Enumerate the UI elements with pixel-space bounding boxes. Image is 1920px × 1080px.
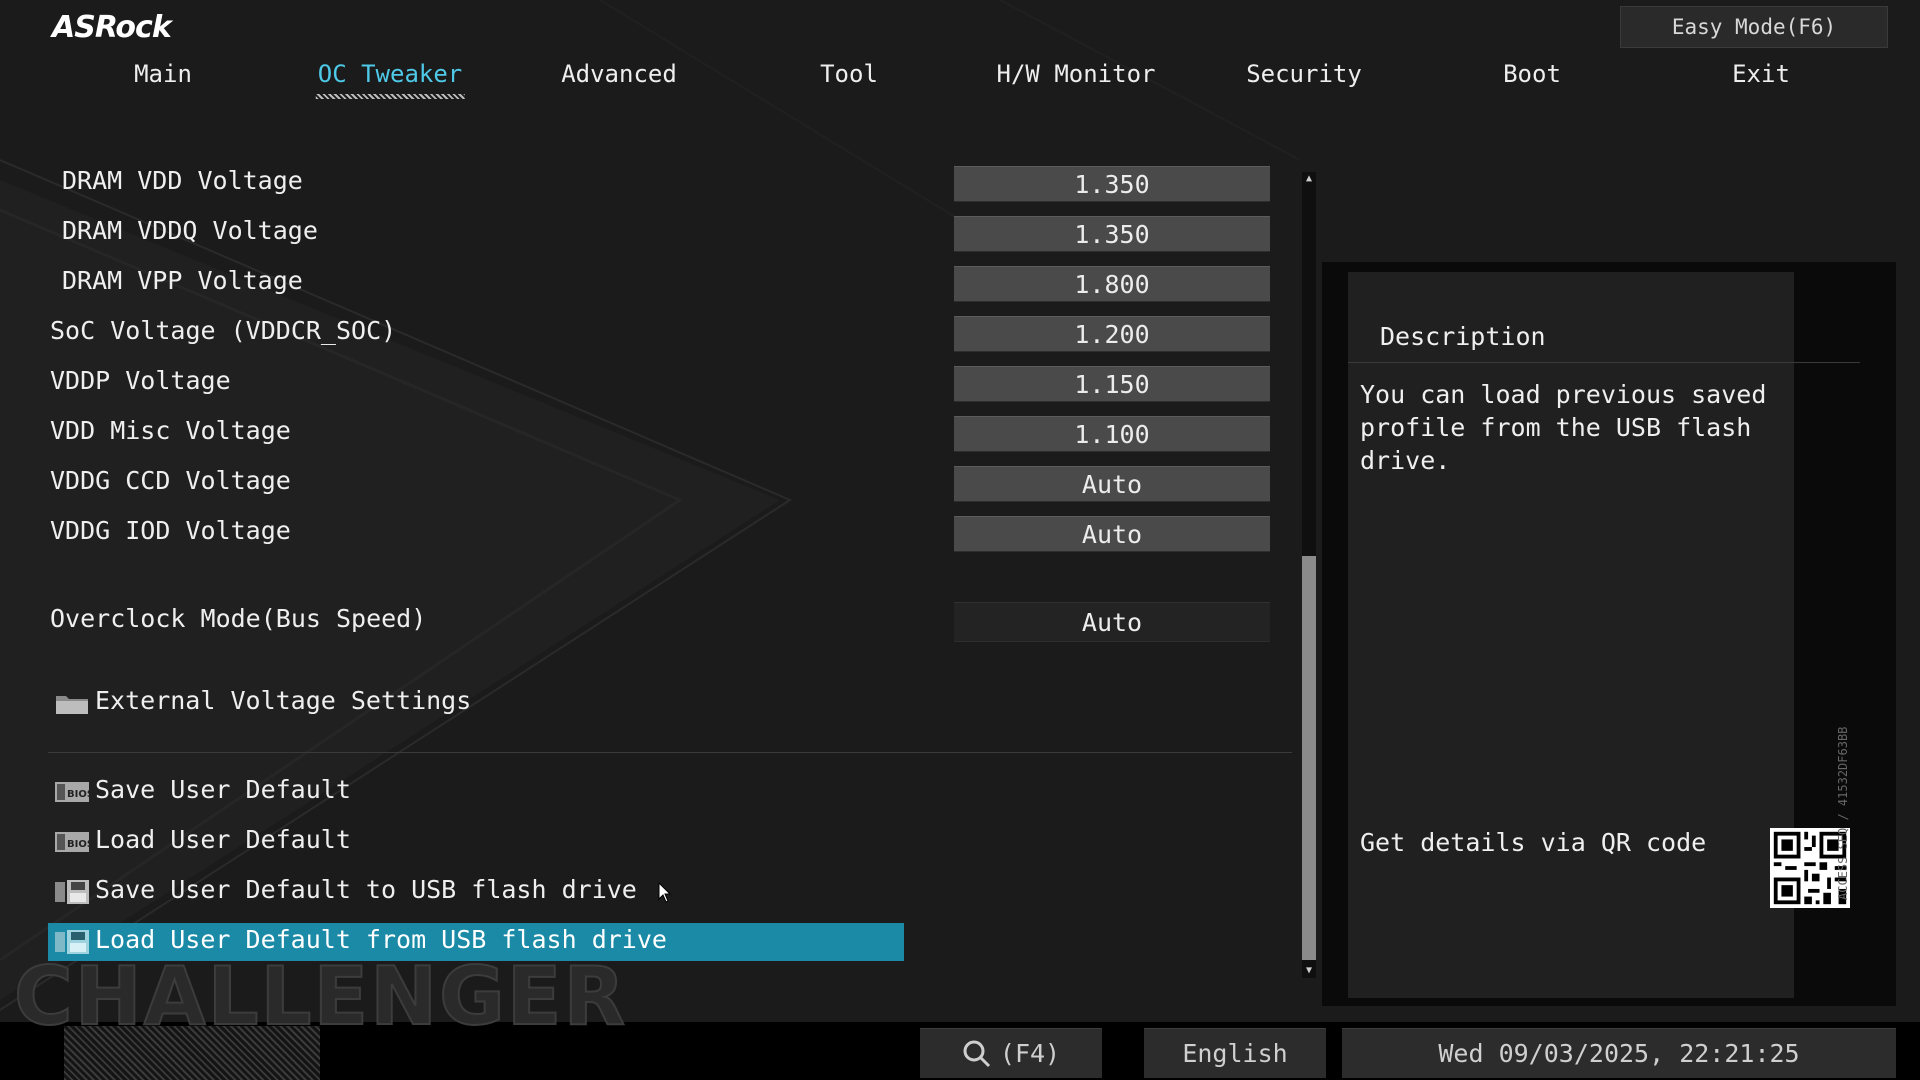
setting-value-vddp[interactable]: 1.150 [954, 366, 1270, 402]
tab-oc-tweaker[interactable]: OC Tweaker [315, 60, 465, 99]
main-tabs: Main OC Tweaker Advanced Tool H/W Monito… [0, 56, 1920, 99]
load-user-default-item[interactable]: Load User Default [95, 825, 351, 854]
setting-value-dram-vdd[interactable]: 1.350 [954, 166, 1270, 202]
setting-label-overclock-mode[interactable]: Overclock Mode(Bus Speed) [50, 604, 426, 633]
tab-boot[interactable]: Boot [1503, 60, 1561, 88]
folder-icon [56, 696, 88, 714]
challenger-watermark: CHALLENGER [13, 949, 628, 1044]
setting-label-vdd-misc[interactable]: VDD Misc Voltage [50, 416, 291, 445]
setting-label-soc-voltage[interactable]: SoC Voltage (VDDCR_SOC) [50, 316, 396, 345]
section-divider [48, 752, 1292, 753]
description-title: Description [1380, 322, 1546, 351]
asrock-logo: ASRock [52, 10, 172, 45]
tab-advanced[interactable]: Advanced [561, 60, 677, 88]
bios-chip-icon: BIOS [55, 782, 90, 802]
setting-label-dram-vdd[interactable]: DRAM VDD Voltage [62, 166, 303, 195]
easy-mode-button[interactable]: Easy Mode(F6) [1620, 6, 1888, 48]
qr-code-label: Get details via QR code [1360, 828, 1707, 857]
setting-value-overclock-mode[interactable]: Auto [954, 602, 1270, 642]
setting-label-dram-vpp[interactable]: DRAM VPP Voltage [62, 266, 303, 295]
tab-exit[interactable]: Exit [1732, 60, 1790, 88]
setting-value-vddg-iod[interactable]: Auto [954, 516, 1270, 552]
save-user-default-usb-item[interactable]: Save User Default to USB flash drive [95, 875, 637, 904]
setting-label-vddg-ccd[interactable]: VDDG CCD Voltage [50, 466, 291, 495]
tab-main[interactable]: Main [134, 60, 192, 88]
setting-label-vddg-iod[interactable]: VDDG IOD Voltage [50, 516, 291, 545]
setting-value-soc-voltage[interactable]: 1.200 [954, 316, 1270, 352]
setting-value-dram-vddq[interactable]: 1.350 [954, 216, 1270, 252]
language-button[interactable]: English [1144, 1028, 1326, 1078]
search-icon [963, 1040, 990, 1067]
active-tab-indicator [315, 94, 465, 99]
floppy-disk-icon [55, 880, 89, 904]
external-voltage-settings-link[interactable]: External Voltage Settings [95, 686, 471, 715]
svg-text:BIOS: BIOS [67, 839, 90, 850]
tab-security[interactable]: Security [1246, 60, 1362, 88]
setting-value-vdd-misc[interactable]: 1.100 [954, 416, 1270, 452]
tab-hw-monitor[interactable]: H/W Monitor [997, 60, 1156, 88]
scroll-up-arrow-icon[interactable]: ▲ [1302, 172, 1316, 186]
setting-label-vddp[interactable]: VDDP Voltage [50, 366, 231, 395]
scroll-down-arrow-icon[interactable]: ▼ [1302, 964, 1316, 978]
description-divider [1348, 362, 1860, 363]
scrollbar-thumb[interactable] [1302, 556, 1316, 960]
setting-value-vddg-ccd[interactable]: Auto [954, 466, 1270, 502]
setting-value-dram-vpp[interactable]: 1.800 [954, 266, 1270, 302]
svg-text:BIOS: BIOS [67, 789, 90, 800]
tab-oc-tweaker-label: OC Tweaker [317, 60, 463, 88]
panel-side-text: ACCESS SEQ / 41532DF63BB [1836, 726, 1850, 900]
save-user-default-item[interactable]: Save User Default [95, 775, 351, 804]
mouse-cursor-icon [658, 882, 672, 903]
search-shortcut-label: (F4) [999, 1039, 1061, 1068]
description-text: You can load previous saved profile from… [1360, 380, 1767, 475]
bios-chip-icon: BIOS [55, 832, 90, 852]
search-button[interactable]: (F4) [920, 1028, 1102, 1078]
datetime-display[interactable]: Wed 09/03/2025, 22:21:25 [1342, 1028, 1896, 1078]
setting-label-dram-vddq[interactable]: DRAM VDDQ Voltage [62, 216, 318, 245]
tab-tool[interactable]: Tool [820, 60, 878, 88]
